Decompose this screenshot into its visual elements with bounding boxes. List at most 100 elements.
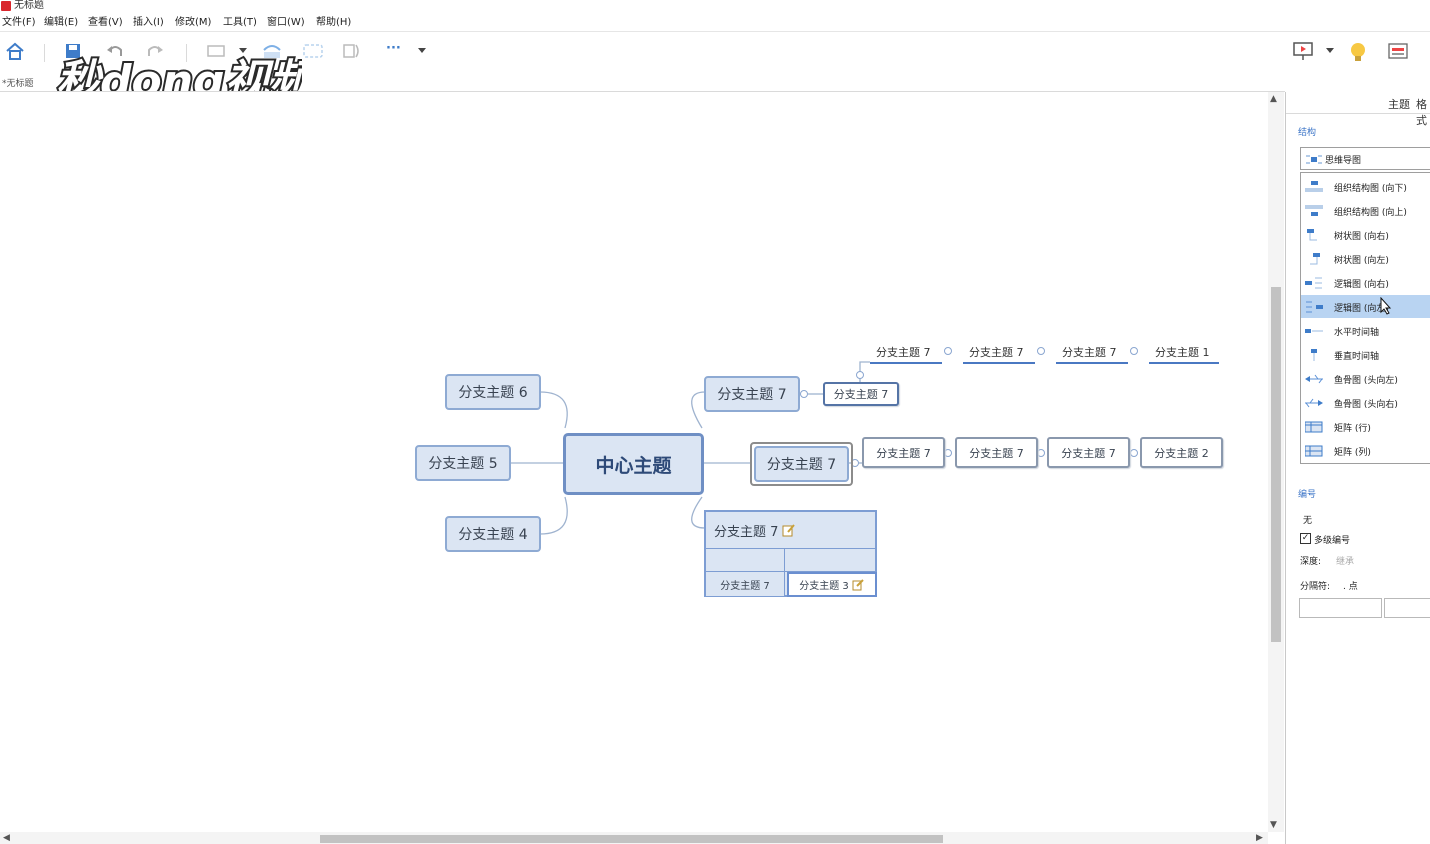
menu-edit[interactable]: 编辑(E)	[44, 16, 78, 30]
scroll-down-icon[interactable]: ▼	[1270, 820, 1277, 830]
structure-option[interactable]: 矩阵 (行)	[1301, 415, 1430, 438]
depth-label: 深度:	[1300, 557, 1322, 567]
branch-topic[interactable]: 分支主题 6	[445, 374, 541, 410]
menu-modify[interactable]: 修改(M)	[175, 16, 211, 30]
more-icon[interactable]: ···	[386, 41, 401, 56]
suffix-input[interactable]	[1384, 598, 1430, 618]
document-tab[interactable]: *无标题	[2, 76, 34, 89]
menu-view[interactable]: 查看(V)	[88, 16, 123, 30]
branch-topic[interactable]: 分支主题 5	[415, 445, 511, 481]
depth-value[interactable]: 继承	[1336, 554, 1354, 567]
presentation-icon[interactable]	[1292, 41, 1314, 61]
structure-select[interactable]: 思维导图	[1300, 147, 1430, 170]
structure-dropdown-list[interactable]: 组织结构图 (向下) 组织结构图 (向上) 树状图 (向右) 树状图 (向左) …	[1300, 172, 1430, 464]
tab-format[interactable]: 格式	[1416, 96, 1430, 128]
menu-bar: 文件(F) 编辑(E) 查看(V) 插入(I) 修改(M) 工具(T) 窗口(W…	[0, 14, 1430, 32]
separator-value[interactable]: . 点	[1343, 579, 1358, 592]
tree-right-icon	[1307, 229, 1317, 241]
structure-selected-value: 思维导图	[1325, 156, 1362, 166]
structure-option-label: 树状图 (向右)	[1334, 232, 1389, 242]
structure-option[interactable]: 组织结构图 (向下)	[1301, 175, 1430, 198]
subtopic[interactable]: 分支主题 7	[862, 437, 945, 468]
structure-option[interactable]: 垂直时间轴	[1301, 343, 1430, 366]
structure-option[interactable]: 鱼骨图 (头向右)	[1301, 391, 1430, 414]
subtopic[interactable]: 分支主题 7	[955, 437, 1038, 468]
structure-option-label: 逻辑图 (向右)	[1334, 280, 1389, 290]
structure-option-label: 树状图 (向左)	[1334, 256, 1389, 266]
selected-branch-frame[interactable]: 分支主题 7	[750, 442, 853, 486]
idea-icon[interactable]	[1348, 41, 1368, 63]
panel-icon[interactable]	[1387, 42, 1409, 60]
multilevel-checkbox[interactable]: ✓	[1300, 533, 1311, 544]
logic-right-icon	[1305, 277, 1322, 289]
structure-option[interactable]: 鱼骨图 (头向左)	[1301, 367, 1430, 390]
note-icon	[852, 579, 864, 591]
numbering-label: 编号	[1298, 490, 1317, 500]
structure-option[interactable]: 水平时间轴	[1301, 319, 1430, 342]
structure-option-label: 矩阵 (列)	[1334, 448, 1371, 458]
numbering-value[interactable]: 无	[1303, 513, 1312, 526]
multilevel-label: 多级编号	[1314, 536, 1351, 546]
subtopic[interactable]: 分支主题 7	[1056, 342, 1128, 364]
subtopic[interactable]: 分支主题 7	[823, 382, 899, 406]
matrix-cell	[784, 548, 877, 572]
mindmap-structure-icon	[1306, 155, 1322, 164]
structure-option-label: 垂直时间轴	[1334, 352, 1380, 362]
vertical-scrollbar[interactable]: ▲ ▼	[1268, 92, 1284, 832]
mindmap-canvas[interactable]: 中心主题 分支主题 6 分支主题 5 分支主题 4 分支主题 7 分支主题 7 …	[0, 92, 1268, 832]
scroll-thumb[interactable]	[1271, 287, 1281, 642]
summary-icon[interactable]	[342, 42, 362, 60]
tab-topic[interactable]: 主题	[1388, 96, 1410, 112]
horizontal-scrollbar[interactable]: ◀ ▶	[0, 832, 1268, 844]
toolbar-separator	[44, 44, 45, 62]
scroll-up-icon[interactable]: ▲	[1270, 94, 1277, 104]
menu-file[interactable]: 文件(F)	[2, 16, 36, 30]
matrix-header[interactable]: 分支主题 7	[714, 518, 796, 542]
subtopic[interactable]: 分支主题 1	[1149, 342, 1219, 364]
logic-left-icon	[1306, 301, 1323, 313]
structure-option[interactable]: 矩阵 (列)	[1301, 439, 1430, 462]
note-icon	[782, 524, 796, 537]
boundary-icon[interactable]	[302, 42, 324, 60]
vertical-timeline-icon	[1311, 349, 1317, 361]
structure-option[interactable]: 树状图 (向左)	[1301, 247, 1430, 270]
org-chart-up-icon	[1305, 205, 1323, 216]
menu-tools[interactable]: 工具(T)	[223, 16, 257, 30]
fishbone-right-icon	[1305, 398, 1323, 408]
subtopic[interactable]: 分支主题 7	[1047, 437, 1130, 468]
structure-option[interactable]: 逻辑图 (向右)	[1301, 271, 1430, 294]
branch-topic[interactable]: 分支主题 7	[754, 446, 849, 482]
scroll-right-icon[interactable]: ▶	[1256, 833, 1263, 843]
prefix-input[interactable]	[1299, 598, 1382, 618]
branch-topic[interactable]: 分支主题 7	[704, 376, 800, 412]
structure-option-label: 鱼骨图 (头向左)	[1334, 376, 1398, 386]
menu-insert[interactable]: 插入(I)	[133, 16, 164, 30]
matrix-title: 分支主题 7	[714, 524, 779, 540]
fishbone-left-icon	[1305, 374, 1323, 384]
matrix-cell[interactable]: 分支主题 7	[705, 571, 785, 597]
structure-option[interactable]: 组织结构图 (向上)	[1301, 199, 1430, 222]
dropdown-icon[interactable]	[418, 48, 426, 54]
central-topic[interactable]: 中心主题	[563, 433, 704, 495]
menu-help[interactable]: 帮助(H)	[316, 16, 351, 30]
matrix-cell-selected[interactable]: 分支主题 3	[787, 572, 877, 597]
scroll-left-icon[interactable]: ◀	[3, 833, 10, 843]
structure-option-highlighted[interactable]: 逻辑图 (向左)	[1301, 295, 1430, 318]
menu-window[interactable]: 窗口(W)	[267, 16, 305, 30]
app-window: 无标题 文件(F) 编辑(E) 查看(V) 插入(I) 修改(M) 工具(T) …	[0, 0, 1430, 844]
tree-left-icon	[1310, 253, 1320, 265]
subtopic[interactable]: 分支主题 2	[1140, 437, 1223, 468]
subtopic[interactable]: 分支主题 7	[963, 342, 1035, 364]
structure-option-label: 鱼骨图 (头向右)	[1334, 400, 1398, 410]
structure-option[interactable]: 树状图 (向右)	[1301, 223, 1430, 246]
scroll-thumb[interactable]	[320, 835, 943, 843]
matrix-topic[interactable]: 分支主题 7 分支主题 7 分支主题 3	[704, 510, 877, 597]
structure-label: 结构	[1298, 128, 1317, 138]
branch-topic[interactable]: 分支主题 4	[445, 516, 541, 552]
properties-panel: 主题 格式 结构 思维导图 组织结构图 (向下) 组织结构图 (向上) 树状图 …	[1285, 92, 1430, 844]
home-icon[interactable]	[5, 42, 25, 60]
structure-option-label: 水平时间轴	[1334, 328, 1380, 338]
structure-option-label: 组织结构图 (向上)	[1334, 208, 1407, 218]
dropdown-icon[interactable]	[1326, 48, 1334, 54]
subtopic[interactable]: 分支主题 7	[870, 342, 942, 364]
